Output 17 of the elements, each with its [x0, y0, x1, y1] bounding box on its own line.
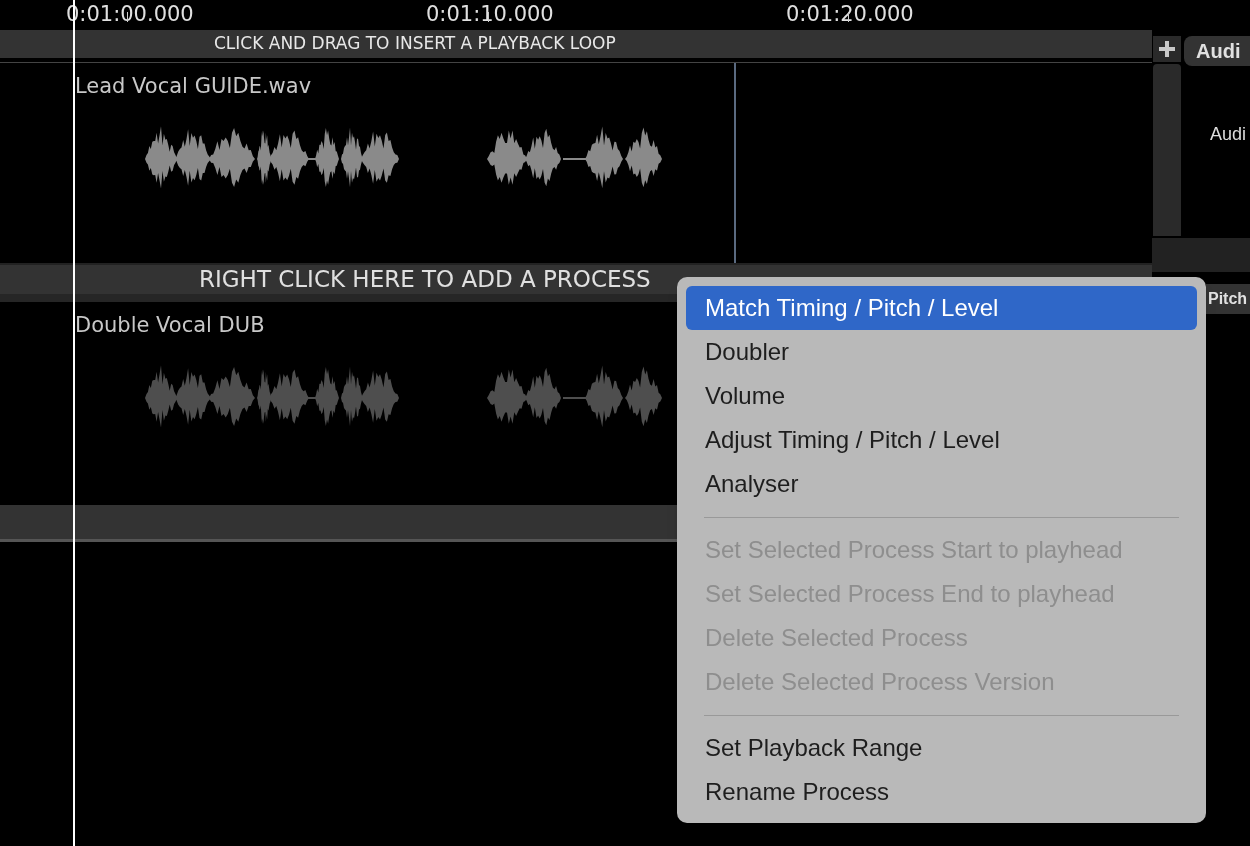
loop-bar[interactable]: CLICK AND DRAG TO INSERT A PLAYBACK LOOP [0, 30, 1152, 58]
menu-item[interactable]: Set Playback Range [686, 726, 1197, 770]
track-name: Double Vocal DUB [75, 312, 266, 338]
panel-text: Audi [1209, 123, 1248, 146]
panel-tab[interactable]: Pitch [1206, 284, 1250, 314]
track-name: Lead Vocal GUIDE.wav [75, 73, 313, 99]
panel-tab[interactable]: Audi [1184, 36, 1250, 66]
menu-item[interactable]: Volume [686, 374, 1197, 418]
menu-item[interactable]: Analyser [686, 462, 1197, 506]
time-label: 0:01:20.000 [786, 1, 915, 28]
add-icon[interactable] [1153, 36, 1181, 62]
menu-item[interactable]: Doubler [686, 330, 1197, 374]
menu-item[interactable]: Match Timing / Pitch / Level [686, 286, 1197, 330]
menu-item[interactable]: Rename Process [686, 770, 1197, 814]
time-label: 0:01:10.000 [426, 1, 555, 28]
scrollbar[interactable] [1153, 64, 1181, 236]
menu-item[interactable]: Adjust Timing / Pitch / Level [686, 418, 1197, 462]
